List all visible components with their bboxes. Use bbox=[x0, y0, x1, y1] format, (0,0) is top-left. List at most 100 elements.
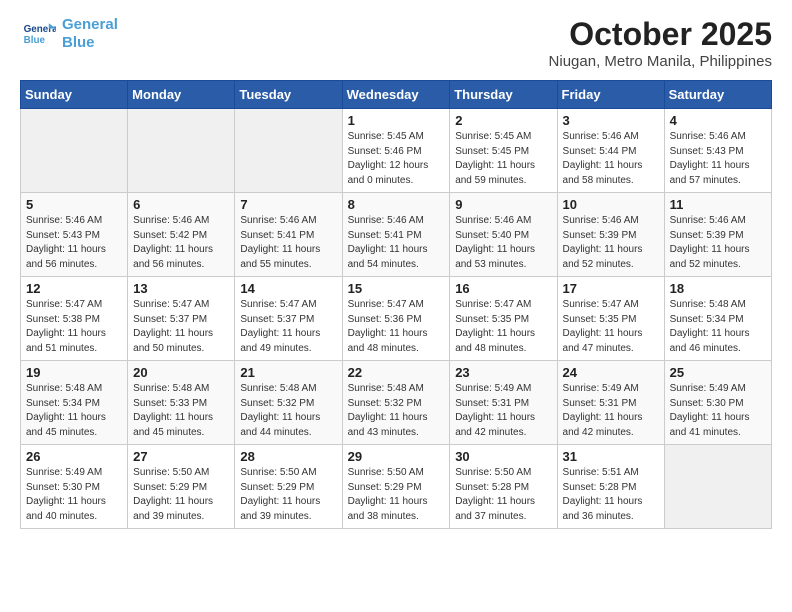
day-number: 11 bbox=[670, 197, 766, 212]
calendar-cell: 30 Sunrise: 5:50 AM Sunset: 5:28 PM Dayli… bbox=[450, 445, 557, 529]
weekday-header-sunday: Sunday bbox=[21, 81, 128, 109]
calendar-cell bbox=[128, 109, 235, 193]
day-number: 12 bbox=[26, 281, 122, 296]
day-info: Sunrise: 5:49 AM Sunset: 5:30 PM Dayligh… bbox=[670, 382, 766, 440]
calendar-cell: 28Sunrise: 5:50 AM Sunset: 5:29 PM Dayli… bbox=[235, 445, 342, 529]
calendar-cell: 5Sunrise: 5:46 AM Sunset: 5:43 PM Daylig… bbox=[21, 193, 128, 277]
calendar-cell: 13Sunrise: 5:47 AM Sunset: 5:37 PM Dayli… bbox=[128, 277, 235, 361]
calendar-cell: 27 Sunrise: 5:50 AM Sunset: 5:29 PM Dayli… bbox=[128, 445, 235, 529]
weekday-header-tuesday: Tuesday bbox=[235, 81, 342, 109]
day-number: 20 bbox=[133, 365, 229, 380]
calendar-cell: 8 Sunrise: 5:46 AM Sunset: 5:41 PM Daylig… bbox=[342, 193, 450, 277]
day-info: Sunrise: 5:51 AM Sunset: 5:28 PM Dayligh… bbox=[563, 466, 659, 524]
day-number: 31 bbox=[563, 449, 659, 464]
calendar-week-row: 19 Sunrise: 5:48 AM Sunset: 5:34 PM Dayli… bbox=[21, 361, 772, 445]
calendar-cell: 2 Sunrise: 5:45 AM Sunset: 5:45 PM Daylig… bbox=[450, 109, 557, 193]
day-number: 14 bbox=[240, 281, 336, 296]
day-number: 15 bbox=[348, 281, 445, 296]
day-info: Sunrise: 5:48 AM Sunset: 5:32 PM Dayligh… bbox=[240, 382, 336, 440]
day-info: Sunrise: 5:49 AM Sunset: 5:31 PM Dayligh… bbox=[563, 382, 659, 440]
day-info: Sunrise: 5:46 AM Sunset: 5:39 PM Dayligh… bbox=[670, 214, 766, 272]
day-info: Sunrise: 5:46 AM Sunset: 5:43 PM Dayligh… bbox=[26, 214, 122, 272]
day-info: Sunrise: 5:50 AM Sunset: 5:29 PM Dayligh… bbox=[133, 466, 229, 524]
weekday-header-friday: Friday bbox=[557, 81, 664, 109]
day-info: Sunrise: 5:45 AM Sunset: 5:45 PM Dayligh… bbox=[455, 130, 551, 188]
day-info: Sunrise: 5:50 AM Sunset: 5:28 PM Dayligh… bbox=[455, 466, 551, 524]
day-info: Sunrise: 5:46 AM Sunset: 5:41 PM Dayligh… bbox=[240, 214, 336, 272]
calendar-cell: 19 Sunrise: 5:48 AM Sunset: 5:34 PM Dayli… bbox=[21, 361, 128, 445]
calendar-cell: 22 Sunrise: 5:48 AM Sunset: 5:32 PM Dayli… bbox=[342, 361, 450, 445]
calendar-cell: 29 Sunrise: 5:50 AM Sunset: 5:29 PM Dayli… bbox=[342, 445, 450, 529]
calendar-cell: 25 Sunrise: 5:49 AM Sunset: 5:30 PM Dayli… bbox=[664, 361, 771, 445]
calendar-cell: 3 Sunrise: 5:46 AM Sunset: 5:44 PM Daylig… bbox=[557, 109, 664, 193]
calendar-cell: 12 Sunrise: 5:47 AM Sunset: 5:38 PM Dayli… bbox=[21, 277, 128, 361]
day-info: Sunrise: 5:48 AM Sunset: 5:34 PM Dayligh… bbox=[26, 382, 122, 440]
day-info: Sunrise: 5:48 AM Sunset: 5:32 PM Dayligh… bbox=[348, 382, 445, 440]
logo: General Blue General Blue bbox=[20, 16, 118, 52]
calendar-cell: 4 Sunrise: 5:46 AM Sunset: 5:43 PM Daylig… bbox=[664, 109, 771, 193]
day-number: 18 bbox=[670, 281, 766, 296]
logo-icon: General Blue bbox=[20, 16, 56, 52]
location-title: Niugan, Metro Manila, Philippines bbox=[549, 53, 772, 70]
calendar-cell: 23 Sunrise: 5:49 AM Sunset: 5:31 PM Dayli… bbox=[450, 361, 557, 445]
weekday-header-monday: Monday bbox=[128, 81, 235, 109]
title-area: October 2025 Niugan, Metro Manila, Phili… bbox=[549, 16, 772, 70]
day-number: 27 bbox=[133, 449, 229, 464]
day-info: Sunrise: 5:47 AM Sunset: 5:35 PM Dayligh… bbox=[563, 298, 659, 356]
calendar-cell: 1 Sunrise: 5:45 AM Sunset: 5:46 PM Daylig… bbox=[342, 109, 450, 193]
day-info: Sunrise: 5:48 AM Sunset: 5:33 PM Dayligh… bbox=[133, 382, 229, 440]
month-title: October 2025 bbox=[549, 16, 772, 53]
weekday-header-wednesday: Wednesday bbox=[342, 81, 450, 109]
calendar-cell bbox=[235, 109, 342, 193]
calendar-cell bbox=[21, 109, 128, 193]
calendar-cell bbox=[664, 445, 771, 529]
calendar-table: SundayMondayTuesdayWednesdayThursdayFrid… bbox=[20, 80, 772, 529]
day-number: 19 bbox=[26, 365, 122, 380]
calendar-cell: 21Sunrise: 5:48 AM Sunset: 5:32 PM Dayli… bbox=[235, 361, 342, 445]
calendar-cell: 15Sunrise: 5:47 AM Sunset: 5:36 PM Dayli… bbox=[342, 277, 450, 361]
day-number: 17 bbox=[563, 281, 659, 296]
weekday-header-thursday: Thursday bbox=[450, 81, 557, 109]
calendar-cell: 31 Sunrise: 5:51 AM Sunset: 5:28 PM Dayli… bbox=[557, 445, 664, 529]
day-number: 10 bbox=[563, 197, 659, 212]
day-number: 29 bbox=[348, 449, 445, 464]
day-number: 3 bbox=[563, 113, 659, 128]
day-info: Sunrise: 5:46 AM Sunset: 5:43 PM Dayligh… bbox=[670, 130, 766, 188]
weekday-header-saturday: Saturday bbox=[664, 81, 771, 109]
day-number: 23 bbox=[455, 365, 551, 380]
weekday-header-row: SundayMondayTuesdayWednesdayThursdayFrid… bbox=[21, 81, 772, 109]
day-number: 6 bbox=[133, 197, 229, 212]
day-number: 1 bbox=[348, 113, 445, 128]
day-info: Sunrise: 5:45 AM Sunset: 5:46 PM Dayligh… bbox=[348, 130, 445, 188]
day-info: Sunrise: 5:47 AM Sunset: 5:37 PM Dayligh… bbox=[240, 298, 336, 356]
day-number: 25 bbox=[670, 365, 766, 380]
day-info: Sunrise: 5:47 AM Sunset: 5:37 PM Dayligh… bbox=[133, 298, 229, 356]
day-number: 8 bbox=[348, 197, 445, 212]
header: General Blue General Blue October 2025 N… bbox=[20, 16, 772, 70]
calendar-cell: 10Sunrise: 5:46 AM Sunset: 5:39 PM Dayli… bbox=[557, 193, 664, 277]
calendar-cell: 9Sunrise: 5:46 AM Sunset: 5:40 PM Daylig… bbox=[450, 193, 557, 277]
day-number: 30 bbox=[455, 449, 551, 464]
day-info: Sunrise: 5:46 AM Sunset: 5:41 PM Dayligh… bbox=[348, 214, 445, 272]
day-number: 24 bbox=[563, 365, 659, 380]
day-number: 7 bbox=[240, 197, 336, 212]
day-info: Sunrise: 5:47 AM Sunset: 5:38 PM Dayligh… bbox=[26, 298, 122, 356]
day-info: Sunrise: 5:49 AM Sunset: 5:31 PM Dayligh… bbox=[455, 382, 551, 440]
day-info: Sunrise: 5:47 AM Sunset: 5:35 PM Dayligh… bbox=[455, 298, 551, 356]
day-number: 4 bbox=[670, 113, 766, 128]
day-number: 26 bbox=[26, 449, 122, 464]
day-info: Sunrise: 5:50 AM Sunset: 5:29 PM Dayligh… bbox=[240, 466, 336, 524]
logo-text: General Blue bbox=[62, 16, 118, 52]
day-info: Sunrise: 5:50 AM Sunset: 5:29 PM Dayligh… bbox=[348, 466, 445, 524]
calendar-cell: 6Sunrise: 5:46 AM Sunset: 5:42 PM Daylig… bbox=[128, 193, 235, 277]
day-info: Sunrise: 5:46 AM Sunset: 5:44 PM Dayligh… bbox=[563, 130, 659, 188]
calendar-cell: 18 Sunrise: 5:48 AM Sunset: 5:34 PM Dayli… bbox=[664, 277, 771, 361]
calendar-cell: 11 Sunrise: 5:46 AM Sunset: 5:39 PM Dayli… bbox=[664, 193, 771, 277]
day-number: 2 bbox=[455, 113, 551, 128]
day-info: Sunrise: 5:48 AM Sunset: 5:34 PM Dayligh… bbox=[670, 298, 766, 356]
day-info: Sunrise: 5:46 AM Sunset: 5:40 PM Dayligh… bbox=[455, 214, 551, 272]
day-number: 22 bbox=[348, 365, 445, 380]
calendar-cell: 26Sunrise: 5:49 AM Sunset: 5:30 PM Dayli… bbox=[21, 445, 128, 529]
calendar-cell: 24 Sunrise: 5:49 AM Sunset: 5:31 PM Dayli… bbox=[557, 361, 664, 445]
calendar-cell: 16Sunrise: 5:47 AM Sunset: 5:35 PM Dayli… bbox=[450, 277, 557, 361]
